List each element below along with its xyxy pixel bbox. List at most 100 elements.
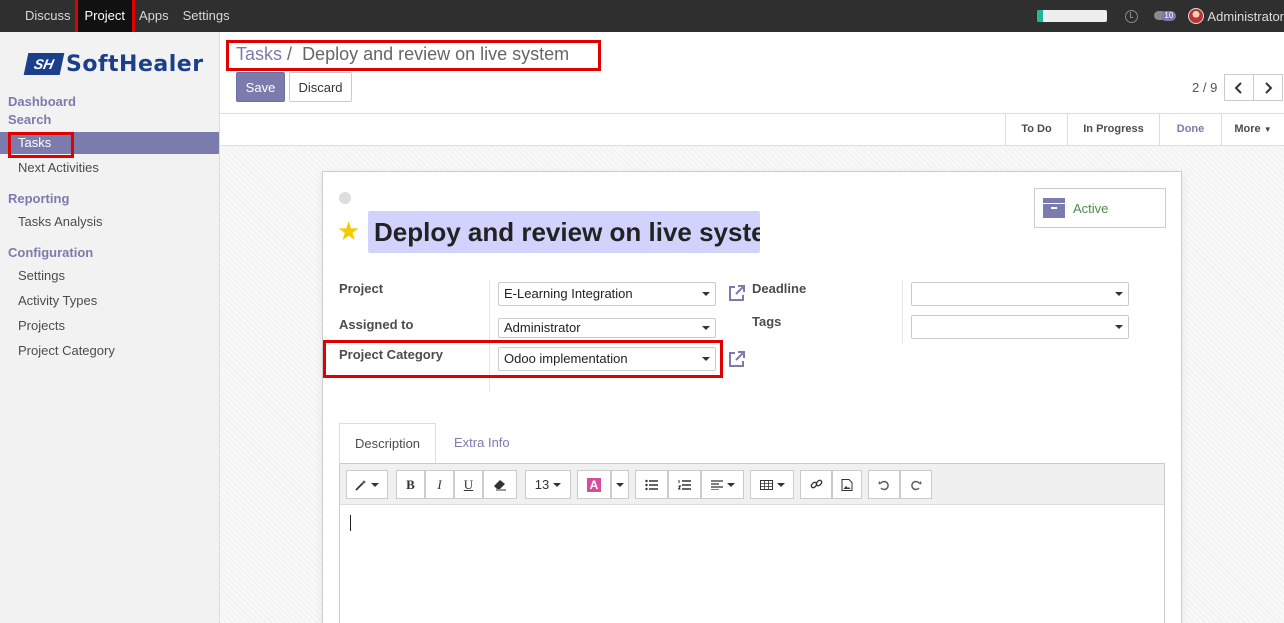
- sidebar-item-tasks-analysis[interactable]: Tasks Analysis: [0, 211, 219, 233]
- tab-extra-info[interactable]: Extra Info: [439, 423, 525, 463]
- user-name[interactable]: Administrator: [1207, 9, 1284, 24]
- editor-toolbar: B I U 13 A: [340, 464, 1164, 505]
- redo-button[interactable]: [900, 470, 932, 499]
- undo-button[interactable]: [868, 470, 900, 499]
- main-menu: Discuss Project Apps Settings: [18, 0, 237, 35]
- bold-button[interactable]: B: [396, 470, 425, 499]
- archive-icon: [1043, 198, 1065, 218]
- description-editor[interactable]: B I U 13 A: [339, 463, 1165, 623]
- image-icon: [841, 478, 853, 491]
- caret-down-icon: [1115, 325, 1123, 329]
- chat-count-badge: 10: [1161, 11, 1177, 21]
- field-separator: [902, 280, 903, 344]
- tab-description[interactable]: Description: [339, 423, 437, 463]
- systray: 10 Administrator: [1037, 0, 1284, 32]
- redo-icon: [911, 480, 922, 490]
- menu-project[interactable]: Project: [74, 0, 136, 35]
- sidebar: SH SoftHealer Dashboard Search Tasks Nex…: [0, 32, 220, 623]
- caret-down-icon: ▼: [1263, 125, 1272, 134]
- undo-icon: [878, 480, 889, 490]
- discard-button[interactable]: Discard: [289, 72, 352, 102]
- assigned-to-label: Assigned to: [339, 317, 414, 332]
- caret-down-icon: [1115, 292, 1123, 296]
- chevron-right-icon: [1265, 81, 1273, 94]
- tasks-highlight-box: [8, 132, 74, 158]
- logo-text: SoftHealer: [66, 51, 204, 77]
- project-label: Project: [339, 281, 384, 296]
- star-icon[interactable]: ★: [337, 218, 360, 244]
- task-title-input[interactable]: Deploy and review on live system: [368, 211, 760, 253]
- caret-down-icon: [776, 482, 785, 487]
- onboarding-progress-bar[interactable]: [1037, 10, 1108, 22]
- style-dropdown[interactable]: [346, 470, 388, 499]
- caret-down-icon: [553, 482, 562, 487]
- stage-more[interactable]: More ▼: [1221, 114, 1284, 145]
- pager-next-button[interactable]: [1253, 74, 1283, 101]
- eraser-icon: [494, 479, 506, 490]
- menu-settings[interactable]: Settings: [176, 0, 237, 32]
- stage-more-label: More: [1234, 123, 1261, 135]
- font-size-value: 13: [534, 477, 550, 492]
- clock-icon[interactable]: [1125, 9, 1139, 23]
- link-icon: [810, 479, 822, 489]
- table-dropdown[interactable]: [750, 470, 794, 499]
- sidebar-item-dashboard[interactable]: Dashboard: [8, 94, 76, 109]
- top-navbar: Discuss Project Apps Settings 10 Adminis…: [0, 0, 1284, 35]
- sidebar-item-projects[interactable]: Projects: [0, 315, 219, 337]
- project-value: E-Learning Integration: [504, 286, 633, 301]
- pager-previous-button[interactable]: [1224, 74, 1254, 101]
- assigned-to-select[interactable]: Administrator: [498, 318, 716, 338]
- sidebar-item-next-activities[interactable]: Next Activities: [0, 157, 219, 179]
- text-cursor: [350, 515, 351, 531]
- magic-wand-icon: [355, 479, 366, 491]
- sidebar-item-reporting[interactable]: Reporting: [8, 191, 69, 206]
- notebook-tabs: Description Extra Info: [339, 423, 1165, 463]
- caret-down-icon: [616, 482, 624, 487]
- tags-label: Tags: [752, 314, 782, 329]
- messaging-menu[interactable]: 10: [1154, 8, 1178, 24]
- stage-todo[interactable]: To Do: [1005, 114, 1067, 145]
- stage-done[interactable]: Done: [1159, 114, 1221, 145]
- project-select[interactable]: E-Learning Integration: [498, 282, 716, 306]
- deadline-label: Deadline: [752, 281, 807, 296]
- logo-mark: SH: [23, 53, 65, 75]
- text-color-button[interactable]: A: [577, 470, 611, 499]
- deadline-input[interactable]: [911, 282, 1129, 306]
- font-color-icon: A: [586, 477, 602, 492]
- active-label: Active: [1073, 200, 1109, 216]
- numbered-list-icon: [677, 479, 691, 490]
- text-color-dropdown[interactable]: [611, 470, 629, 499]
- menu-discuss[interactable]: Discuss: [18, 0, 78, 32]
- italic-button[interactable]: I: [425, 470, 454, 499]
- font-size-dropdown[interactable]: 13: [525, 470, 571, 499]
- active-toggle-button[interactable]: Active: [1034, 188, 1166, 228]
- sidebar-item-settings[interactable]: Settings: [0, 265, 219, 287]
- tags-input[interactable]: [911, 315, 1129, 339]
- table-icon: [759, 479, 773, 490]
- unordered-list-button[interactable]: [635, 470, 668, 499]
- sidebar-item-search[interactable]: Search: [8, 112, 51, 127]
- caret-down-icon: [726, 482, 735, 487]
- avatar[interactable]: [1188, 8, 1205, 24]
- stage-in-progress[interactable]: In Progress: [1067, 114, 1159, 145]
- paragraph-align-dropdown[interactable]: [701, 470, 744, 499]
- external-link-icon[interactable]: [727, 283, 747, 303]
- ordered-list-button[interactable]: [668, 470, 701, 499]
- sidebar-item-configuration[interactable]: Configuration: [8, 245, 93, 260]
- eraser-button[interactable]: [483, 470, 517, 499]
- insert-image-button[interactable]: [832, 470, 862, 499]
- underline-button[interactable]: U: [454, 470, 483, 499]
- align-left-icon: [710, 479, 723, 490]
- sidebar-item-project-category[interactable]: Project Category: [0, 340, 219, 362]
- external-link-icon[interactable]: [727, 349, 747, 369]
- project-category-highlight-box: [323, 340, 723, 378]
- progress-fill: [1037, 10, 1044, 22]
- menu-apps[interactable]: Apps: [132, 0, 176, 32]
- assigned-to-value: Administrator: [504, 320, 581, 335]
- sidebar-item-activity-types[interactable]: Activity Types: [0, 290, 219, 312]
- pager-value: 2 / 9: [1192, 80, 1218, 95]
- save-button[interactable]: Save: [236, 72, 285, 102]
- kanban-state-icon[interactable]: [339, 192, 351, 204]
- caret-down-icon: [702, 326, 710, 330]
- insert-link-button[interactable]: [800, 470, 832, 499]
